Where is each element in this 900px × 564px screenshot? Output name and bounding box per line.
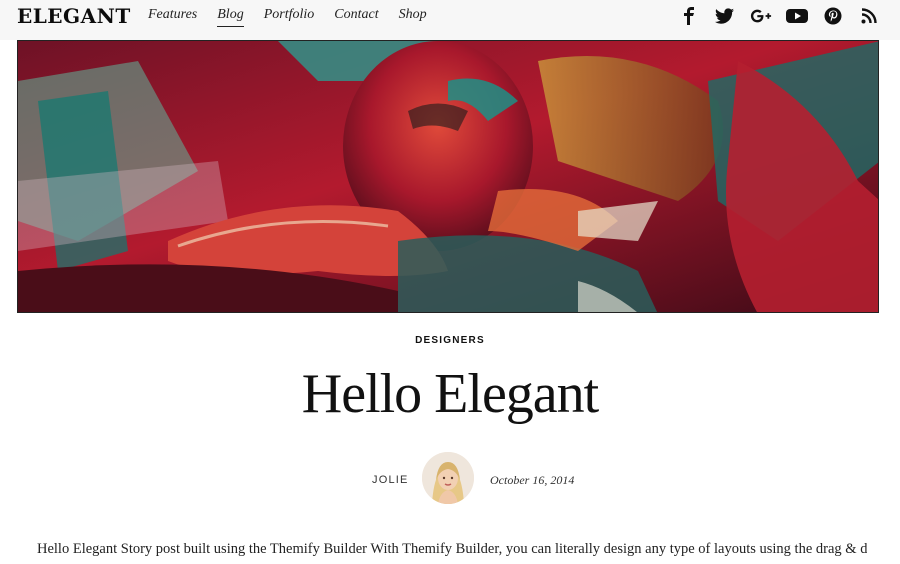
twitter-icon[interactable] bbox=[714, 6, 736, 26]
nav-item-contact[interactable]: Contact bbox=[334, 6, 378, 27]
nav-item-blog[interactable]: Blog bbox=[217, 6, 244, 27]
pinterest-icon[interactable] bbox=[822, 6, 844, 26]
site-logo[interactable]: ELEGANT bbox=[17, 4, 131, 28]
post-date: October 16, 2014 bbox=[490, 473, 575, 487]
google-plus-icon[interactable] bbox=[750, 6, 772, 26]
nav-item-features[interactable]: Features bbox=[148, 6, 197, 27]
header-bar: ELEGANT Features Blog Portfolio Contact … bbox=[0, 0, 900, 40]
post-author[interactable]: JOLIE bbox=[372, 474, 409, 486]
social-links bbox=[678, 6, 880, 26]
main-nav: Features Blog Portfolio Contact Shop bbox=[148, 6, 427, 27]
nav-item-portfolio[interactable]: Portfolio bbox=[264, 6, 315, 27]
author-avatar[interactable] bbox=[422, 452, 474, 504]
post-excerpt: Hello Elegant Story post built using the… bbox=[37, 541, 867, 557]
post-category[interactable]: DESIGNERS bbox=[0, 335, 900, 346]
facebook-icon[interactable] bbox=[678, 6, 700, 26]
nav-item-shop[interactable]: Shop bbox=[399, 6, 427, 27]
rss-icon[interactable] bbox=[858, 6, 880, 26]
post-title: Hello Elegant bbox=[301, 363, 599, 425]
youtube-icon[interactable] bbox=[786, 6, 808, 26]
hero-image[interactable] bbox=[17, 40, 879, 313]
post-meta: JOLIE October 16, 2014 bbox=[0, 452, 900, 508]
